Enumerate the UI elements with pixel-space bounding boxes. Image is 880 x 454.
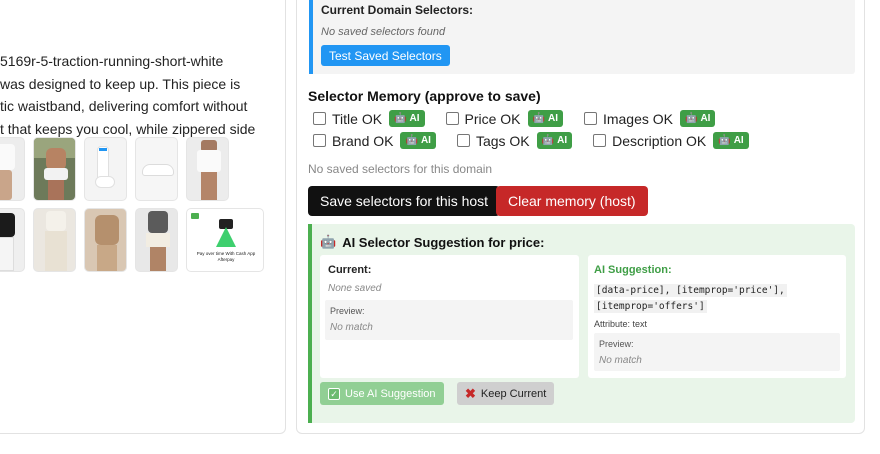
robot-icon: 🤖 [685, 113, 698, 124]
thumbnail-white-shorts-front[interactable] [0, 137, 25, 201]
ai-badge: 🤖 AI [400, 132, 436, 149]
images-ok-checkbox[interactable] [583, 112, 597, 125]
ai-badge: 🤖 AI [536, 132, 573, 149]
thumbnail-tan-outfit[interactable] [84, 208, 127, 272]
selector-memory-title: Selector Memory (approve to save) [308, 88, 541, 104]
keep-current-button[interactable]: ✖ Keep Current [457, 382, 555, 405]
ai-suggestion-card: AI Suggestion: [data-price], [itemprop='… [588, 255, 846, 378]
test-saved-selectors-button[interactable]: Test Saved Selectors [321, 45, 450, 66]
ai-suggestion-box: 🤖 AI Selector Suggestion for price: Curr… [308, 224, 855, 423]
preview-label: Preview: [599, 339, 634, 349]
tags-ok-option[interactable]: Tags OK 🤖 AI [456, 132, 573, 149]
thumbnail-black-top-model[interactable] [0, 208, 25, 272]
attribute-text: Attribute: text [594, 319, 648, 329]
current-label: Current: [328, 264, 372, 276]
ai-badge: 🤖 AI [713, 132, 749, 149]
thumbnail-white-shorts-model[interactable] [186, 137, 229, 201]
images-ok-option[interactable]: Images OK 🤖 AI [583, 110, 716, 127]
thumbnail-cream-pants[interactable] [33, 208, 76, 272]
thumbnail-row-1 [0, 137, 229, 201]
promo-caption: Pay over time With Cash App Afterpay [196, 251, 256, 262]
code-line: [itemprop='offers'] [594, 300, 707, 313]
current-preview: Preview: No match [325, 300, 573, 340]
current-selectors-box: Current Domain Selectors: No saved selec… [309, 0, 855, 74]
title-ok-label: Title OK [332, 110, 383, 127]
thumbnail-white-socks[interactable] [84, 137, 127, 201]
current-selector-card: Current: None saved Preview: No match [320, 255, 579, 378]
current-value: None saved [328, 283, 382, 294]
preview-value: No match [330, 322, 373, 333]
robot-icon: 🤖 [405, 135, 418, 146]
ai-selector-code: [data-price], [itemprop='price'], [itemp… [594, 283, 787, 315]
ai-badge: 🤖 AI [527, 110, 563, 127]
tags-ok-label: Tags OK [475, 132, 530, 149]
ai-preview: Preview: No match [594, 333, 840, 371]
description-ok-checkbox[interactable] [593, 134, 607, 147]
price-ok-label: Price OK [464, 110, 521, 127]
description-line: tic waistband, delivering comfort withou… [0, 98, 248, 114]
robot-icon: 🤖 [718, 135, 731, 146]
ai-badge: 🤖 AI [389, 110, 425, 127]
preview-value: No match [599, 355, 642, 366]
selector-panel: Current Domain Selectors: No saved selec… [296, 0, 865, 434]
clear-memory-button[interactable]: Clear memory (host) [496, 186, 648, 216]
checkbox-row-2: Brand OK 🤖 AI Tags OK 🤖 AI Description OK … [313, 132, 749, 149]
brand-ok-option[interactable]: Brand OK 🤖 AI [313, 132, 436, 149]
tags-ok-checkbox[interactable] [456, 134, 470, 147]
product-description: 5169r-5-traction-running-short-white was… [0, 50, 270, 140]
brand-ok-checkbox[interactable] [313, 134, 326, 147]
thumbnail-white-shorts-walk[interactable] [135, 208, 178, 272]
ai-suggestion-label: AI Suggestion: [594, 264, 672, 276]
images-ok-label: Images OK [602, 110, 673, 127]
price-ok-checkbox[interactable] [445, 112, 459, 125]
thumbnail-row-2: Pay over time With Cash App Afterpay [0, 208, 264, 272]
save-selectors-button[interactable]: Save selectors for this host [308, 186, 501, 216]
price-ok-option[interactable]: Price OK 🤖 AI [445, 110, 563, 127]
current-selectors-title: Current Domain Selectors: [321, 3, 474, 17]
title-ok-checkbox[interactable] [313, 112, 326, 125]
ai-badge: 🤖 AI [680, 110, 716, 127]
check-icon: ✓ [328, 387, 340, 400]
description-line: 5169r-5-traction-running-short-white [0, 53, 224, 69]
brand-ok-label: Brand OK [332, 132, 394, 149]
preview-label: Preview: [330, 306, 365, 316]
description-line: was designed to keep up. This piece is [0, 75, 241, 92]
title-ok-option[interactable]: Title OK 🤖 AI [313, 110, 425, 127]
robot-icon: 🤖 [532, 113, 545, 124]
thumbnail-afterpay-promo[interactable]: Pay over time With Cash App Afterpay [186, 208, 264, 272]
checkbox-row-1: Title OK 🤖 AI Price OK 🤖 AI Images OK 🤖 AI [313, 110, 716, 127]
description-ok-option[interactable]: Description OK 🤖 AI [593, 132, 749, 149]
no-saved-domain-text: No saved selectors for this domain [308, 162, 493, 176]
code-line: [data-price], [itemprop='price'], [594, 284, 787, 297]
robot-icon: 🤖 [541, 135, 555, 146]
thumbnail-white-shoes[interactable] [135, 137, 178, 201]
suggestion-title: 🤖 AI Selector Suggestion for price: [320, 234, 545, 250]
use-ai-suggestion-button[interactable]: ✓ Use AI Suggestion [320, 382, 444, 405]
thumbnail-model-outdoor[interactable] [33, 137, 76, 201]
description-ok-label: Description OK [612, 132, 707, 149]
no-selectors-text: No saved selectors found [321, 26, 446, 38]
close-icon: ✖ [465, 385, 476, 401]
robot-icon: 🤖 [320, 234, 337, 249]
robot-icon: 🤖 [394, 113, 407, 124]
